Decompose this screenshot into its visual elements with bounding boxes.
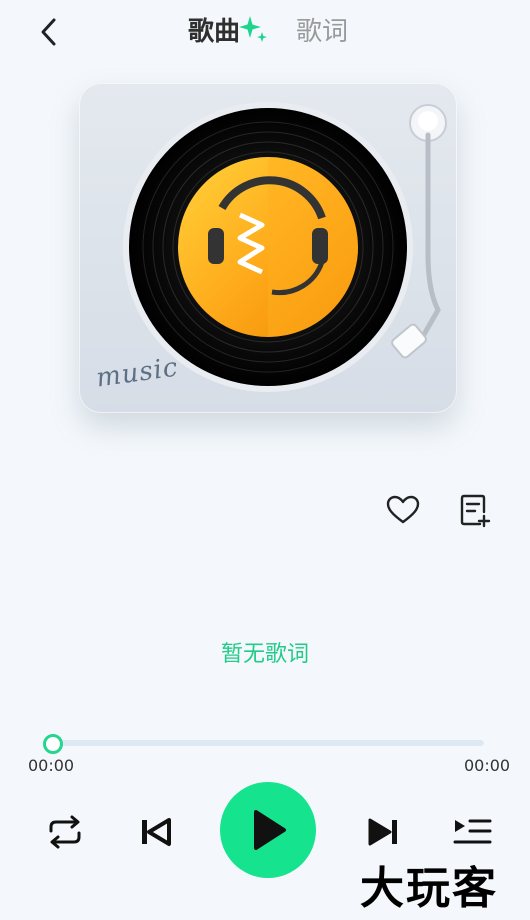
previous-button[interactable] — [134, 810, 178, 854]
add-to-playlist-button[interactable] — [455, 490, 495, 530]
skip-previous-icon — [142, 818, 171, 846]
current-time: 00:00 — [28, 756, 75, 775]
progress-thumb[interactable] — [43, 734, 63, 754]
play-icon — [254, 810, 286, 850]
repeat-button[interactable] — [43, 810, 87, 854]
heart-icon — [386, 495, 420, 524]
no-lyrics-text: 暂无歌词 — [220, 642, 309, 667]
total-time: 00:00 — [464, 756, 511, 775]
progress-track[interactable] — [50, 740, 484, 746]
skip-next-icon — [368, 818, 397, 846]
like-button[interactable] — [383, 490, 423, 530]
queue-icon — [453, 819, 492, 844]
vinyl-record-art — [123, 102, 447, 392]
play-button[interactable] — [220, 782, 316, 878]
next-button[interactable] — [361, 810, 405, 854]
playlist-add-icon — [460, 494, 491, 528]
queue-button[interactable] — [450, 810, 494, 854]
repeat-icon — [49, 815, 81, 849]
watermark-logo: 大玩客 — [360, 863, 498, 914]
